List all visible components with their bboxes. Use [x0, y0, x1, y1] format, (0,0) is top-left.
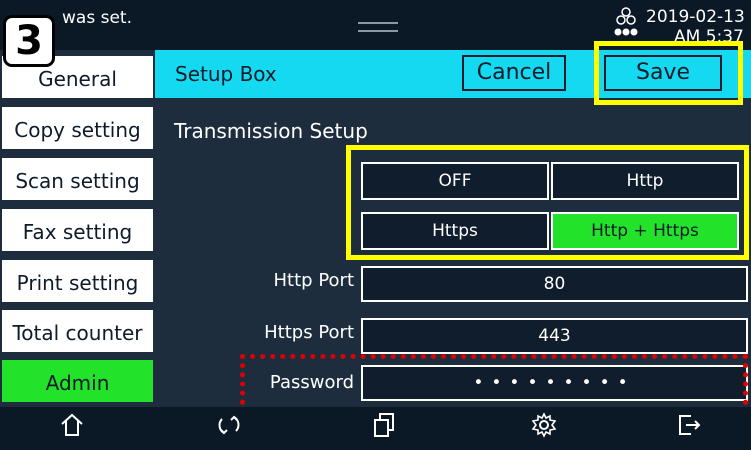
refresh-icon[interactable] — [214, 410, 244, 440]
logout-icon[interactable] — [673, 410, 703, 440]
cancel-button[interactable]: Cancel — [462, 55, 566, 91]
save-highlight-box — [594, 41, 743, 105]
sidebar-item-admin[interactable]: Admin — [0, 358, 155, 404]
users-icon — [614, 7, 638, 36]
sidebar-item-scan-setting[interactable]: Scan setting — [0, 156, 155, 202]
https-port-input[interactable]: 443 — [361, 318, 748, 354]
sidebar-item-copy-setting[interactable]: Copy setting — [0, 105, 155, 151]
date: 2019-02-13 — [646, 7, 745, 27]
sidebar-item-print-setting[interactable]: Print setting — [0, 258, 155, 304]
section-title: Transmission Setup — [174, 119, 368, 143]
step-badge: 3 — [3, 15, 55, 67]
time: AM 5:37 — [674, 27, 744, 41]
sidebar-item-total-counter[interactable]: Total counter — [0, 308, 155, 354]
status-message: was set. — [62, 8, 132, 28]
settings-icon[interactable] — [529, 410, 559, 440]
options-highlight-box — [346, 145, 749, 260]
sidebar-item-fax-setting[interactable]: Fax setting — [0, 207, 155, 253]
http-port-input[interactable]: 80 — [361, 266, 748, 302]
sidebar: General Copy setting Scan setting Fax se… — [0, 50, 155, 407]
page-title: Setup Box — [175, 62, 277, 86]
copy-icon[interactable] — [370, 410, 400, 440]
password-highlight-box — [240, 354, 748, 414]
datetime: 2019-02-13 AM 5:37 — [646, 7, 745, 41]
home-icon[interactable] — [57, 410, 87, 440]
http-port-label: Http Port — [273, 270, 354, 291]
drag-handle[interactable] — [358, 22, 398, 32]
https-port-label: Https Port — [264, 322, 354, 343]
